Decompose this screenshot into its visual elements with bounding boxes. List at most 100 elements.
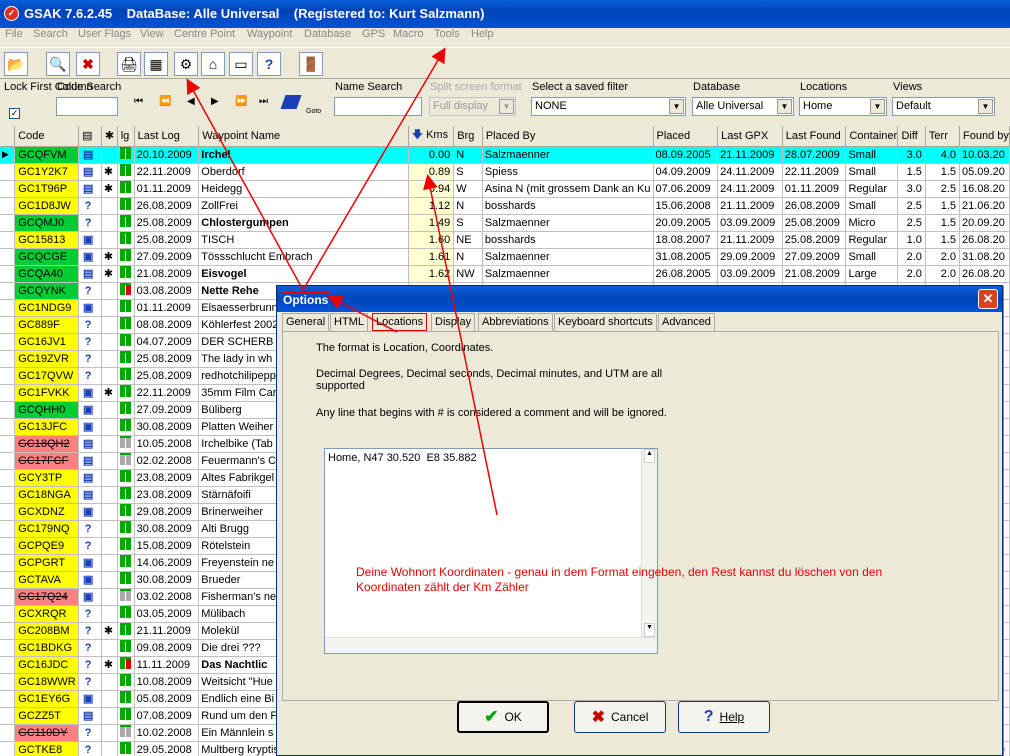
ok-button[interactable]: ✔ OK <box>457 701 549 733</box>
menu-database[interactable]: Database <box>304 28 351 40</box>
locations-textarea[interactable]: Home, N47 30.520 E8 35.882 ▲ ▼ <box>324 448 658 654</box>
col-last-gpx[interactable]: Last GPX <box>717 126 783 147</box>
filter-select[interactable]: NONE ▼ <box>531 97 686 116</box>
tab-abbreviations[interactable]: Abbreviations <box>478 313 553 331</box>
col-last-log[interactable]: Last Log <box>134 126 200 147</box>
table-row[interactable]: GC15813 ▣ 25.08.2009 TISCH 1.60 NE bosshards 18… <box>0 231 1010 249</box>
col-placed-by[interactable]: Placed By <box>482 126 654 147</box>
home-icon[interactable]: ⌂ <box>201 52 225 76</box>
cell-type: ? <box>78 656 102 674</box>
tab-keyboard-shortcuts[interactable]: Keyboard shortcuts <box>554 313 657 331</box>
next-page-icon[interactable]: ⏩ <box>235 96 247 107</box>
col-code[interactable]: Code <box>14 126 80 147</box>
table-row[interactable]: GC1D8JW? 26.08.2009 ZollFrei 1.12 Nbosshards… <box>0 197 1010 215</box>
table-row[interactable]: GCQMJ0? 25.08.2009 Chlostergumpen 1.49 S Salz… <box>0 214 1010 232</box>
database-select[interactable]: Alle Universal ▼ <box>692 97 794 116</box>
code-search-input[interactable] <box>56 97 118 116</box>
vertical-scrollbar[interactable]: ▲ ▼ <box>641 449 657 653</box>
menu-help[interactable]: Help <box>471 28 494 40</box>
prev-record-icon[interactable]: ◀ <box>187 96 195 107</box>
menu-tools[interactable]: Tools <box>434 28 460 40</box>
cell-bug <box>101 333 118 351</box>
col-bug[interactable]: ✱ <box>101 126 118 147</box>
views-select[interactable]: Default ▼ <box>892 97 995 116</box>
tab-locations[interactable]: Locations <box>372 313 428 331</box>
col-type[interactable]: ▤ <box>78 126 102 147</box>
menu-waypoint[interactable]: Waypoint <box>247 28 292 40</box>
goto-label[interactable]: Goto <box>306 108 321 115</box>
cell-lg <box>117 316 135 334</box>
col-waypoint-name[interactable]: Waypoint Name <box>198 126 409 147</box>
grid-view-icon[interactable]: ▦ <box>144 52 168 76</box>
menu-gps[interactable]: GPS <box>362 28 385 40</box>
next-record-icon[interactable]: ▶ <box>211 96 219 107</box>
cell-placed-by: Asina N (mit grossem Dank an Ku <box>482 180 654 198</box>
tools-icon[interactable]: ⚙ <box>174 52 198 76</box>
tab-general[interactable]: General <box>282 313 330 331</box>
cell-code: GC110DY <box>14 724 80 742</box>
cell-code: GC1T96P <box>14 180 80 198</box>
menu-centre-point[interactable]: Centre Point <box>174 28 235 40</box>
table-row[interactable]: GCQCGE ▣ ✱ 27.09.2009 Tösss­chlucht Embrach 1… <box>0 248 1010 266</box>
log-status-icon <box>119 419 131 431</box>
col-lg[interactable]: lg <box>117 126 135 147</box>
cell-last-found: 26.08.2009 <box>782 197 847 215</box>
col-kms[interactable]: 🡇 Kms <box>408 126 455 147</box>
printer-icon[interactable]: 🖨 <box>117 52 141 76</box>
cancel-button[interactable]: ✖ Cancel <box>574 701 666 733</box>
help-button[interactable]: ? Help <box>678 701 770 733</box>
cell-bug <box>101 401 118 419</box>
row-indicator <box>0 588 16 606</box>
col-found-by[interactable]: Found by <box>959 126 1010 147</box>
print-preview-icon[interactable]: 🔍 <box>46 52 70 76</box>
cell-diff: 3.0 <box>897 180 926 198</box>
travel-bug-icon: ✱ <box>103 251 114 263</box>
cell-bug <box>101 605 118 623</box>
table-row[interactable]: GC1T96P ▤ ✱ 01.11.2009 Heidegg 0.94 W Asina N (… <box>0 180 1010 198</box>
last-record-icon[interactable]: ⏭ <box>259 96 268 107</box>
mystery-cache-icon: ? <box>84 743 92 756</box>
col-terr[interactable]: Terr <box>925 126 961 147</box>
name-search-input[interactable] <box>334 97 422 116</box>
col-container[interactable]: Container <box>845 126 899 147</box>
first-record-icon[interactable]: ⏮ <box>134 96 143 107</box>
col-brg[interactable]: Brg <box>453 126 483 147</box>
cell-code: GCXDNZ <box>14 503 80 521</box>
horizontal-scrollbar[interactable] <box>325 637 657 653</box>
table-row[interactable]: GC1Y2K7 ▤ ✱ 22.11.2009 Oberdorf 0.89 S Spiess 04… <box>0 163 1010 181</box>
close-icon[interactable]: ✕ <box>978 289 998 309</box>
exit-icon[interactable]: 🚪 <box>299 52 323 76</box>
log-status-icon <box>119 164 131 176</box>
cell-bug <box>101 350 118 368</box>
window-icon[interactable]: ▭ <box>229 52 253 76</box>
open-folder-icon[interactable]: 📂 <box>4 52 28 76</box>
cell-lg <box>117 350 135 368</box>
table-row[interactable]: ▶ GCQFVM ▤ 20.10.2009 Irchel 0.00 N Salzmaenner… <box>0 146 1010 164</box>
tab-advanced[interactable]: Advanced <box>658 313 715 331</box>
log-status-icon <box>119 521 131 533</box>
cell-lg <box>117 265 135 283</box>
menu-macro[interactable]: Macro <box>393 28 424 40</box>
cell-last-log: 11.11.2009 <box>134 656 200 674</box>
locations-select[interactable]: Home ▼ <box>799 97 887 116</box>
col-placed[interactable]: Placed <box>653 126 719 147</box>
tab-html[interactable]: HTML <box>330 313 368 331</box>
comment-text: Any line that begins with # is considere… <box>316 407 667 419</box>
cell-bug <box>101 639 118 657</box>
menu-view[interactable]: View <box>140 28 164 40</box>
col-diff[interactable]: Diff <box>897 126 926 147</box>
col-last-found[interactable]: Last Found <box>782 126 847 147</box>
log-status-icon <box>119 725 131 737</box>
lock-checkbox[interactable]: ✓ <box>9 108 20 119</box>
cell-container: Small <box>845 146 899 164</box>
help-icon[interactable]: ? <box>257 52 281 76</box>
table-row[interactable]: GCQA40 ▤ ✱ 21.08.2009 Eisvogel 1.62 NW Salzmaen… <box>0 265 1010 283</box>
menu-search[interactable]: Search <box>33 28 68 40</box>
menu-file[interactable]: File <box>5 28 23 40</box>
delete-x-icon[interactable]: ✖ <box>76 52 100 76</box>
tab-display[interactable]: Display <box>431 313 476 331</box>
cell-last-found: 27.09.2009 <box>782 248 847 266</box>
menu-user-flags[interactable]: User Flags <box>78 28 131 40</box>
prev-page-icon[interactable]: ⏪ <box>159 96 171 107</box>
log-status-icon <box>119 351 131 363</box>
